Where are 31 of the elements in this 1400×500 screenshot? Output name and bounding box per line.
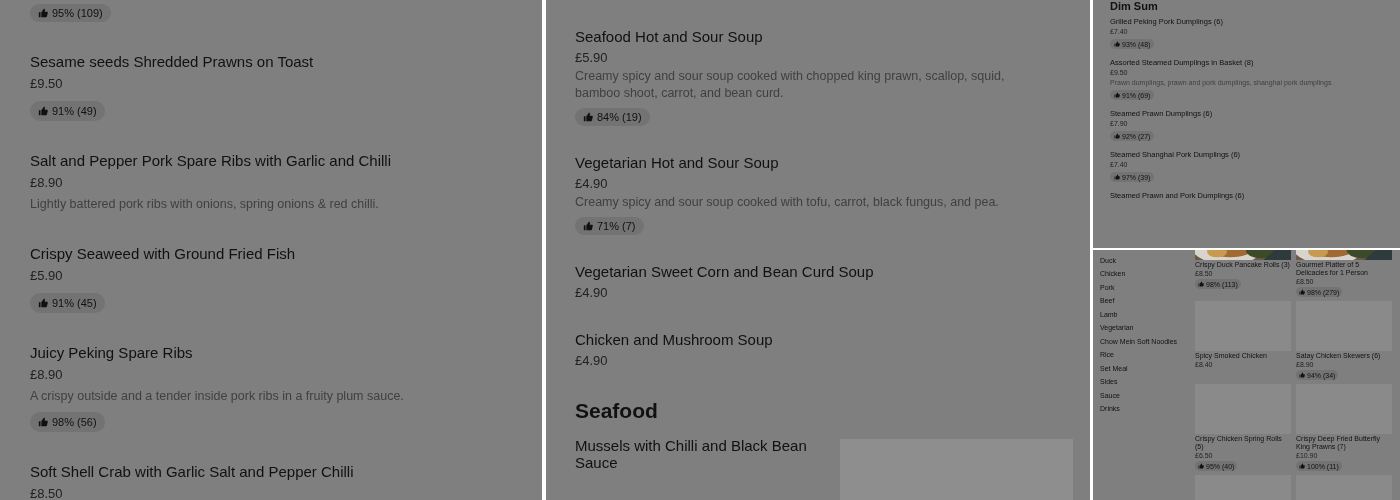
dish-price: £8.50 <box>30 485 63 500</box>
dish-name[interactable]: Mussels with Chilli and Black Bean Sauce <box>575 437 815 471</box>
dish-name[interactable]: Vegetarian Hot and Sour Soup <box>575 152 779 174</box>
dish-description: Creamy spicy and sour soup cooked with chopped king prawn, scallop, squid, bamboo shoot, carrot, and bean curd. <box>575 68 1006 102</box>
dish-price: £4.90 <box>575 175 608 193</box>
dish-price: £8.90 <box>30 174 63 192</box>
dish-price: £8.90 <box>30 366 63 384</box>
dish-description: Creamy spicy and sour soup cooked with tofu, carrot, black fungus, and pea. <box>575 194 999 211</box>
dish-name[interactable]: Salt and Pepper Pork Spare Ribs with Garlic and Chilli <box>30 150 391 172</box>
rating-badge: 84% (19) <box>575 108 650 126</box>
section-heading: Dim Sum <box>1110 0 1159 13</box>
dish-name[interactable]: Sesame seeds Shredded Prawns on Toast <box>30 51 314 73</box>
rating-badge: 95% (109) <box>30 4 111 22</box>
rating-badge: 71% (7) <box>575 217 644 235</box>
dish-price: £4.90 <box>575 284 608 302</box>
rating-badge: 98% (56) <box>30 412 105 432</box>
dish-price: £9.50 <box>30 75 63 93</box>
dish-name[interactable]: Juicy Peking Spare Ribs <box>30 342 193 364</box>
dish-price: £4.90 <box>575 352 608 370</box>
dish-name[interactable]: Soft Shell Crab with Garlic Salt and Pepper Chilli <box>30 461 354 483</box>
rating-badge: 91% (49) <box>30 101 105 121</box>
section-heading: Seafood <box>575 398 659 424</box>
dish-description: A crispy outside and a tender inside pork ribs in a fruity plum sauce. <box>30 388 404 405</box>
dish-price: £5.90 <box>575 49 608 67</box>
dish-name[interactable]: Seafood Hot and Sour Soup <box>575 26 763 48</box>
dish-description: Lightly battered pork ribs with onions, spring onions & red chilli. <box>30 196 379 213</box>
dish-price: £5.90 <box>30 267 63 285</box>
dish-name[interactable]: Vegetarian Sweet Corn and Bean Curd Soup <box>575 261 874 283</box>
dish-name[interactable]: Crispy Seaweed with Ground Fried Fish <box>30 243 296 265</box>
rating-badge: 91% (45) <box>30 293 105 313</box>
dish-name[interactable]: Chicken and Mushroom Soup <box>575 329 773 351</box>
